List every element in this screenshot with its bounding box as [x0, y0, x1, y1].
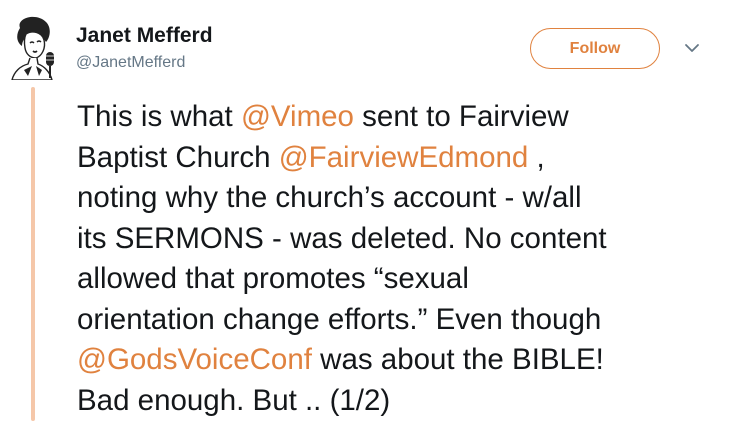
author-info[interactable]: Janet Mefferd @JanetMefferd: [76, 24, 213, 73]
thread-connector-line: [31, 87, 35, 421]
mention-link-vimeo[interactable]: @Vimeo: [241, 100, 354, 133]
avatar[interactable]: [6, 14, 62, 80]
chevron-down-icon: [685, 44, 699, 52]
tweet-text-segment: sent to Fairview: [353, 100, 569, 133]
author-display-name[interactable]: Janet Mefferd: [76, 24, 213, 48]
tweet-line: its SERMONS - was deleted. No content: [77, 221, 607, 255]
tweet-text: This is what @Vimeo sent to Fairview Bap…: [77, 97, 722, 421]
tweet-text-segment: Baptist Church: [77, 140, 279, 174]
mention-link-fairviewedmond[interactable]: @FairviewEdmond: [279, 141, 529, 174]
tweet-line: orientation change efforts.” Even though: [77, 302, 602, 336]
tweet-line: Bad enough. But .. (1/2): [77, 383, 391, 417]
tweet-line: @GodsVoiceConf was about the BIBLE!: [77, 340, 722, 381]
tweet-line: noting why the church’s account - w/all: [77, 181, 582, 214]
tweet-text-segment: was about the BIBLE!: [311, 343, 604, 376]
follow-button[interactable]: Follow: [530, 28, 660, 69]
tweet-line: Baptist Church @FairviewEdmond ,: [77, 138, 722, 179]
tweet-line: This is what @Vimeo sent to Fairview: [77, 97, 722, 138]
tweet-text-segment: ,: [528, 140, 545, 174]
tweet-line: allowed that promotes “sexual: [77, 262, 469, 295]
tweet-text-segment: This is what: [77, 100, 241, 133]
mention-link-godsvoiceconf[interactable]: @GodsVoiceConf: [77, 343, 312, 376]
retro-woman-microphone-avatar-icon: [11, 16, 54, 80]
tweet-menu-button[interactable]: [682, 41, 702, 55]
author-handle[interactable]: @JanetMefferd: [76, 53, 213, 73]
